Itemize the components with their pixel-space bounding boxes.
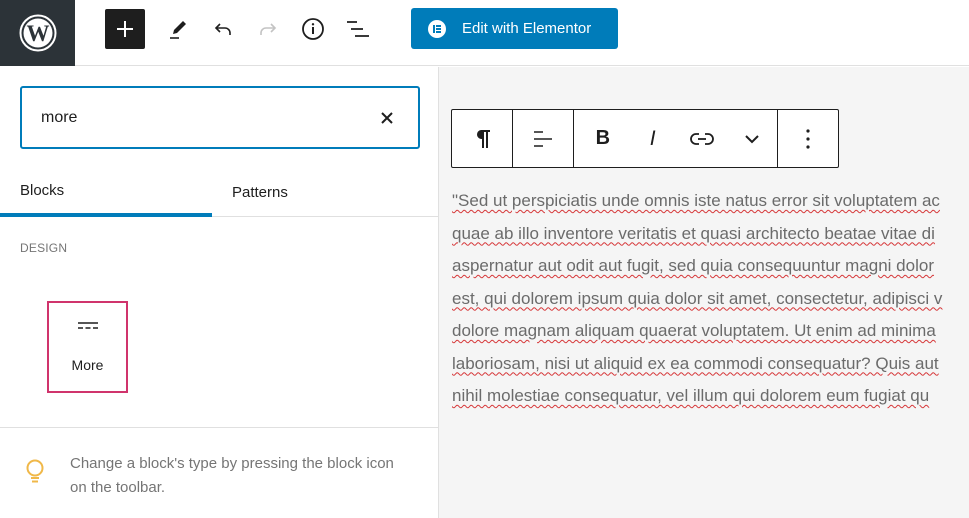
lightbulb-icon — [24, 458, 46, 491]
paragraph-button[interactable] — [452, 110, 512, 167]
block-item-more[interactable]: More — [47, 301, 128, 393]
options-button[interactable] — [778, 110, 838, 167]
block-search-input[interactable] — [41, 108, 341, 127]
paragraph-line: est, qui dolorem ipsum quia dolor sit am… — [452, 288, 943, 308]
link-button[interactable] — [678, 110, 728, 167]
undo-icon — [214, 23, 231, 35]
toolbar-group-block — [452, 110, 513, 167]
paragraph-line: dolore magnam aliquam quaerat voluptatem… — [452, 321, 936, 340]
search-box — [20, 86, 420, 149]
block-toolbar: B I — [451, 109, 839, 168]
clear-search-button[interactable] — [376, 107, 398, 129]
block-item-label: More — [71, 357, 104, 373]
tab-patterns[interactable]: Patterns — [212, 167, 438, 217]
link-icon — [690, 132, 715, 145]
italic-icon: I — [649, 126, 656, 150]
bold-icon: B — [595, 127, 611, 149]
redo-button[interactable] — [248, 9, 288, 49]
toolbar-group-options — [778, 110, 838, 167]
paragraph-line: "Sed ut perspiciatis unde omnis iste nat… — [452, 191, 940, 210]
paragraph-line: aspernatur aut odit aut fugit, sed quia … — [452, 256, 934, 275]
details-button[interactable] — [293, 9, 333, 49]
align-icon — [534, 130, 552, 147]
svg-text:W: W — [26, 21, 49, 46]
paragraph-block[interactable]: "Sed ut perspiciatis unde omnis iste nat… — [452, 185, 969, 413]
editor-header: W Edit with Elementor — [0, 0, 969, 66]
toolbar-group-align — [513, 110, 574, 167]
inserter-tip: Change a block's type by pressing the bl… — [0, 427, 438, 518]
paragraph-line: laboriosam, nisi ut aliquid ex ea commod… — [452, 353, 939, 373]
pencil-icon — [170, 21, 186, 39]
redo-icon — [260, 23, 277, 35]
toolbar-group-format: B I — [574, 110, 778, 167]
block-inserter-panel: Blocks Patterns DESIGN More Change a blo… — [0, 67, 439, 518]
paragraph-icon — [476, 129, 490, 148]
editor-canvas: B I "Sed ut perspiciatis unde omnis iste… — [439, 67, 969, 518]
paragraph-line: nihil molestiae consequatur, vel illum q… — [452, 386, 930, 405]
align-button[interactable] — [513, 110, 573, 167]
more-icon — [76, 319, 100, 337]
more-formats-button[interactable] — [727, 110, 777, 167]
close-icon — [381, 112, 393, 124]
tab-blocks[interactable]: Blocks — [0, 167, 212, 217]
bold-button[interactable]: B — [578, 110, 628, 167]
elementor-label: Edit with Elementor — [462, 20, 592, 37]
inserter-tabs: Blocks Patterns — [0, 167, 438, 217]
tip-text: Change a block's type by pressing the bl… — [70, 455, 394, 496]
add-block-button[interactable] — [105, 9, 145, 49]
wordpress-icon: W — [19, 14, 56, 52]
undo-button[interactable] — [203, 9, 243, 49]
paragraph-line: quae ab illo inventore veritatis et quas… — [452, 223, 935, 243]
list-view-icon — [347, 21, 369, 37]
elementor-icon — [428, 19, 446, 38]
category-heading: DESIGN — [20, 241, 68, 255]
tools-button[interactable] — [158, 9, 198, 49]
info-icon — [302, 18, 324, 40]
edit-with-elementor-button[interactable]: Edit with Elementor — [411, 8, 618, 49]
italic-button[interactable]: I — [628, 110, 678, 167]
chevron-down-icon — [745, 134, 759, 143]
wordpress-logo-button[interactable]: W — [0, 0, 75, 66]
kebab-menu-icon — [806, 128, 810, 149]
plus-icon — [117, 21, 133, 37]
list-view-button[interactable] — [338, 9, 378, 49]
